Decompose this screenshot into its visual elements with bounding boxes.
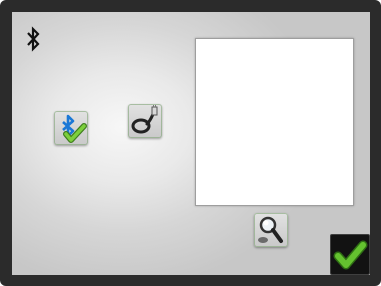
cable-connect-button[interactable] <box>128 104 162 138</box>
confirm-button[interactable] <box>330 234 370 275</box>
cable-icon <box>131 105 158 134</box>
bluetooth-connect-button[interactable] <box>54 111 88 145</box>
display-panel <box>195 38 354 206</box>
bluetooth-icon <box>27 26 40 52</box>
screen <box>12 12 370 275</box>
search-button[interactable] <box>254 213 288 247</box>
checkmark-icon <box>333 240 368 270</box>
device-frame <box>0 0 381 286</box>
magnifier-icon <box>258 216 283 243</box>
bluetooth-check-icon <box>62 114 87 143</box>
